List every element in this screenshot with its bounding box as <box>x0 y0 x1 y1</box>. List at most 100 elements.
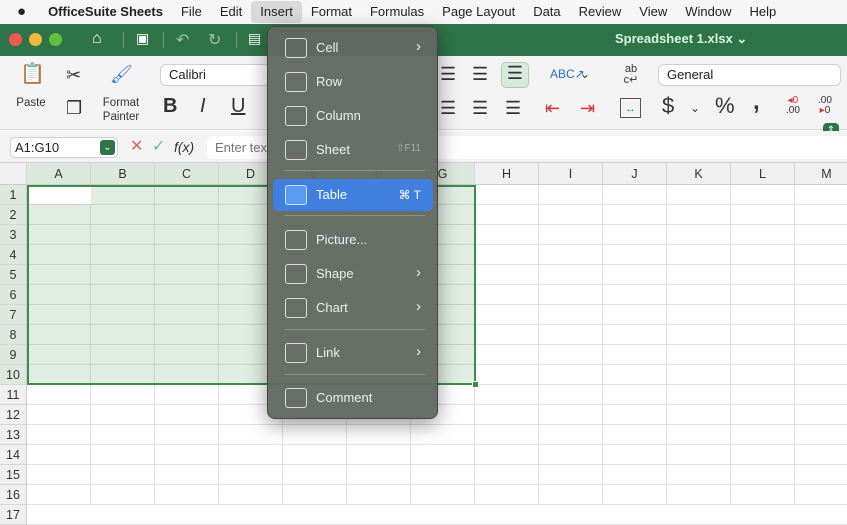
chevron-down-icon[interactable]: ⌄ <box>100 140 115 155</box>
underline-button[interactable]: U <box>231 96 245 116</box>
menu-page-layout[interactable]: Page Layout <box>433 1 524 23</box>
row-header[interactable]: 16 <box>0 485 27 505</box>
print-icon[interactable]: ▤ <box>248 30 261 47</box>
menu-item-label: Chart <box>316 300 348 315</box>
select-all-corner[interactable] <box>0 163 27 185</box>
save-icon[interactable]: ▣ <box>136 30 149 47</box>
column-header[interactable]: I <box>539 163 603 185</box>
row-header[interactable]: 7 <box>0 305 27 325</box>
zoom-window-button[interactable] <box>49 33 62 46</box>
row-header[interactable]: 15 <box>0 465 27 485</box>
row-header[interactable]: 6 <box>0 285 27 305</box>
bold-button[interactable]: B <box>163 96 177 116</box>
menu-item-picture[interactable]: Picture... <box>273 224 433 256</box>
align-middle-icon[interactable]: ☰ <box>472 64 488 84</box>
copy-icon[interactable]: ❐ <box>66 98 82 118</box>
format-painter-label[interactable]: Format Painter <box>96 96 146 124</box>
percent-button[interactable]: % <box>715 95 735 117</box>
column-header[interactable]: C <box>155 163 219 185</box>
menu-review[interactable]: Review <box>570 1 631 23</box>
menu-window[interactable]: Window <box>676 1 740 23</box>
increase-decimal-button[interactable]: ◂0.00 <box>786 96 800 116</box>
row-header[interactable]: 17 <box>0 505 27 525</box>
number-format-select[interactable]: General <box>658 64 841 86</box>
row-header[interactable]: 14 <box>0 445 27 465</box>
row-header[interactable]: 9 <box>0 345 27 365</box>
apple-icon[interactable]: ● <box>8 1 35 23</box>
chevron-down-icon[interactable]: ⌄ <box>580 64 590 84</box>
row-header[interactable]: 3 <box>0 225 27 245</box>
menu-item-chart[interactable]: Chart › <box>273 292 433 324</box>
font-name-field[interactable]: Calibri <box>160 64 270 86</box>
row-header[interactable]: 13 <box>0 425 27 445</box>
column-header[interactable]: B <box>91 163 155 185</box>
paste-icon[interactable]: 📋 <box>20 64 45 84</box>
menu-format[interactable]: Format <box>302 1 361 23</box>
row-header[interactable]: 10 <box>0 365 27 385</box>
menu-item-sheet[interactable]: Sheet ⇧F11 <box>273 134 433 166</box>
row-header[interactable]: 11 <box>0 385 27 405</box>
increase-decimal-label: .00 <box>786 105 800 116</box>
menu-file[interactable]: File <box>172 1 211 23</box>
decrease-indent-icon[interactable]: ⇤ <box>545 98 560 118</box>
format-painter-icon[interactable]: 🖌 <box>110 64 133 84</box>
comma-button[interactable]: , <box>753 90 760 114</box>
align-center-icon[interactable]: ☰ <box>472 98 488 118</box>
italic-button[interactable]: I <box>200 96 206 116</box>
menu-item-table[interactable]: Table ⌘ T <box>273 179 433 211</box>
undo-icon[interactable]: ↶ <box>176 30 189 50</box>
menu-item-link[interactable]: Link › <box>273 337 433 369</box>
menu-item-column[interactable]: Column <box>273 100 433 132</box>
home-icon[interactable]: ⌂ <box>92 30 102 48</box>
column-header[interactable]: L <box>731 163 795 185</box>
row-header[interactable]: 4 <box>0 245 27 265</box>
wrap-text-icon[interactable]: ab c↵ <box>620 64 642 86</box>
cancel-icon[interactable]: ✕ <box>130 137 143 157</box>
decrease-decimal-button[interactable]: .00 ▸0 <box>818 96 832 116</box>
menu-item-shape[interactable]: Shape › <box>273 258 433 290</box>
format-painter-line2: Painter <box>102 111 140 123</box>
column-header[interactable]: K <box>667 163 731 185</box>
merge-cells-icon[interactable]: ↔ <box>620 98 641 118</box>
chevron-down-icon[interactable]: ⌄ <box>690 98 700 118</box>
row-header[interactable]: 12 <box>0 405 27 425</box>
cut-icon[interactable]: ✂ <box>66 65 81 85</box>
minimize-window-button[interactable] <box>29 33 42 46</box>
active-cell[interactable] <box>29 187 91 204</box>
align-right-icon[interactable]: ☰ <box>505 98 521 118</box>
menu-item-comment[interactable]: Comment <box>273 382 433 414</box>
column-header[interactable]: A <box>27 163 91 185</box>
function-icon[interactable]: f(x) <box>174 137 194 157</box>
menu-item-label: Column <box>316 108 361 123</box>
row-header[interactable]: 8 <box>0 325 27 345</box>
column-header[interactable]: M <box>795 163 847 185</box>
currency-button[interactable]: $ <box>662 95 674 117</box>
confirm-icon[interactable]: ✓ <box>152 137 165 157</box>
increase-indent-icon[interactable]: ⇥ <box>580 98 595 118</box>
close-window-button[interactable] <box>9 33 22 46</box>
app-menu[interactable]: OfficeSuite Sheets <box>39 1 172 23</box>
menu-item-cell[interactable]: Cell › <box>273 32 433 64</box>
menu-edit[interactable]: Edit <box>211 1 251 23</box>
column-header[interactable]: H <box>475 163 539 185</box>
row-header[interactable]: 5 <box>0 265 27 285</box>
insert-shape-icon <box>285 264 307 284</box>
menu-item-row[interactable]: Row <box>273 66 433 98</box>
redo-icon[interactable]: ↻ <box>208 30 221 50</box>
menu-view[interactable]: View <box>630 1 676 23</box>
align-top-icon[interactable]: ☰ <box>440 64 456 84</box>
menu-help[interactable]: Help <box>740 1 785 23</box>
row-header[interactable]: 1 <box>0 185 27 205</box>
menu-formulas[interactable]: Formulas <box>361 1 433 23</box>
align-left-icon[interactable]: ☰ <box>440 98 456 118</box>
fill-handle[interactable] <box>472 381 479 388</box>
gridline <box>27 424 847 425</box>
align-bottom-icon[interactable]: ☰ <box>501 62 529 88</box>
column-header[interactable]: J <box>603 163 667 185</box>
menu-data[interactable]: Data <box>524 1 569 23</box>
document-title[interactable]: Spreadsheet 1.xlsx ⌄ <box>615 31 747 47</box>
name-box[interactable]: A1:G10 ⌄ <box>10 137 118 158</box>
row-header[interactable]: 2 <box>0 205 27 225</box>
menu-insert[interactable]: Insert <box>251 1 302 23</box>
paste-label[interactable]: Paste <box>12 96 50 110</box>
